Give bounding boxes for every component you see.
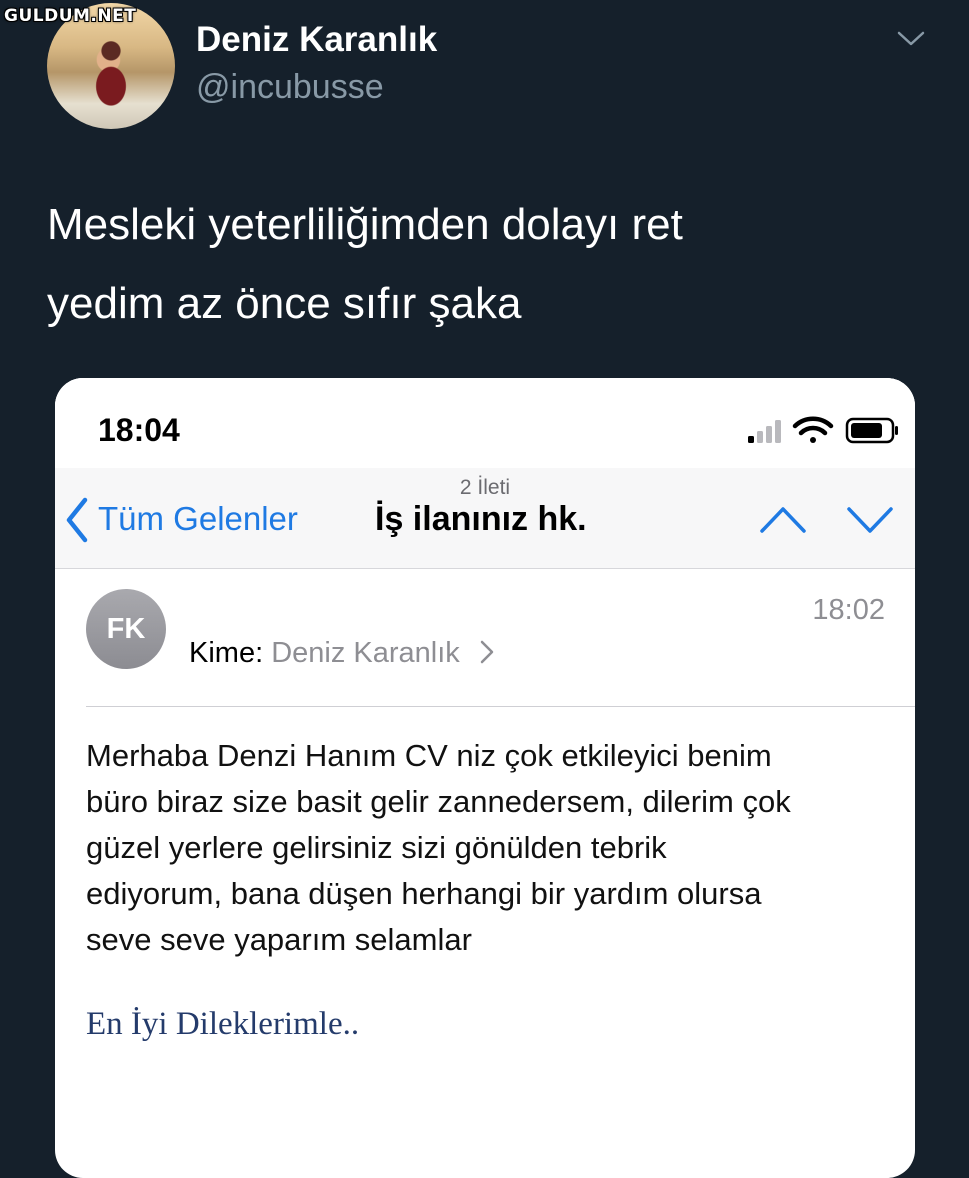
body-line: seve seve yaparım selamlar [86,922,472,957]
author-handle[interactable]: @incubusse [196,68,384,107]
chevron-right-icon[interactable] [478,639,496,665]
body-line: büro biraz size basit gelir zannedersem,… [86,784,791,819]
to-value[interactable]: Deniz Karanlık [271,637,460,669]
sender-avatar[interactable]: FK [86,589,166,669]
signal-icon [748,420,781,443]
signature: En İyi Dileklerimle.. [86,1006,360,1042]
chevron-down-icon[interactable] [845,501,895,537]
to-label: Kime: [189,637,264,669]
message-body: Merhaba Denzi Hanım CV niz çok etkileyic… [86,733,901,963]
status-time: 18:04 [98,412,180,448]
tweet-text-line: yedim az önce sıfır şaka [47,279,522,328]
battery-icon [845,417,898,444]
thread-subject: İş ilanınız hk. [375,500,587,538]
author-name[interactable]: Deniz Karanlık [196,20,437,60]
wifi-icon [792,416,834,443]
body-line: güzel yerlere gelirsiniz sizi gönülden t… [86,830,667,865]
body-line: ediyorum, bana düşen herhangi bir yardım… [86,876,762,911]
watermark: GULDUM.NET [4,6,137,26]
attached-screenshot[interactable]: 18:04 Tüm Gelenler 2 İleti İş ilanınız h… [55,378,915,1178]
chevron-up-icon[interactable] [758,501,808,537]
back-chevron-icon[interactable] [63,496,91,544]
tweet-text-line: Mesleki yeterliliğimden dolayı ret [47,200,683,249]
back-button[interactable]: Tüm Gelenler [98,500,298,538]
divider [86,706,915,707]
chevron-down-icon[interactable] [896,26,926,50]
mail-nav-bar [55,378,915,569]
recipient-row[interactable]: Kime: Deniz Karanlık [189,637,496,670]
tweet-text: Mesleki yeterliliğimden dolayı ret yedim… [47,185,867,343]
status-icons [748,416,898,444]
body-line: Merhaba Denzi Hanım CV niz çok etkileyic… [86,738,772,773]
thread-count: 2 İleti [459,476,511,499]
message-time: 18:02 [812,594,885,626]
